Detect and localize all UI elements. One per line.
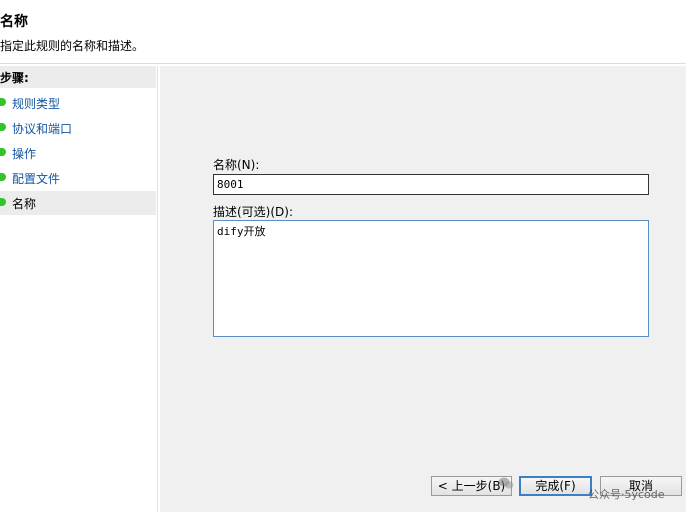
step-label: 规则类型 [12, 97, 61, 111]
wizard-header: 名称 指定此规则的名称和描述。 [0, 0, 686, 64]
step-bullet-icon [0, 123, 6, 131]
step-label: 名称 [12, 197, 37, 211]
step-name-current[interactable]: 名称 [0, 191, 156, 215]
step-label: 操作 [12, 147, 37, 161]
finish-button[interactable]: 完成(F) [519, 476, 592, 496]
description-label: 描述(可选)(D): [213, 205, 294, 219]
step-bullet-icon [0, 148, 6, 156]
main-panel: 名称(N): 描述(可选)(D): dify开放 < 上一步(B) 完成(F) … [160, 66, 686, 512]
header-separator [0, 63, 686, 64]
steps-heading: 步骤: [0, 66, 156, 88]
step-bullet-icon [0, 98, 6, 106]
step-protocol-port[interactable]: 协议和端口 [0, 116, 156, 140]
name-input[interactable] [213, 174, 649, 195]
name-label: 名称(N): [213, 158, 260, 172]
description-textarea[interactable]: dify开放 [213, 220, 649, 337]
step-rule-type[interactable]: 规则类型 [0, 91, 156, 115]
wechat-watermark-icon [498, 477, 514, 489]
step-action[interactable]: 操作 [0, 141, 156, 165]
step-label: 协议和端口 [12, 122, 73, 136]
steps-sidebar: 步骤: 规则类型 协议和端口 操作 配置文件 名称 [0, 66, 156, 512]
step-bullet-icon [0, 173, 6, 181]
step-profile[interactable]: 配置文件 [0, 166, 156, 190]
page-title: 名称 [0, 14, 28, 30]
cancel-button[interactable]: 取消 [600, 476, 682, 496]
steps-heading-label: 步骤: [0, 71, 29, 85]
page-subtitle: 指定此规则的名称和描述。 [0, 39, 145, 53]
step-label: 配置文件 [12, 172, 61, 186]
step-bullet-icon [0, 198, 6, 206]
